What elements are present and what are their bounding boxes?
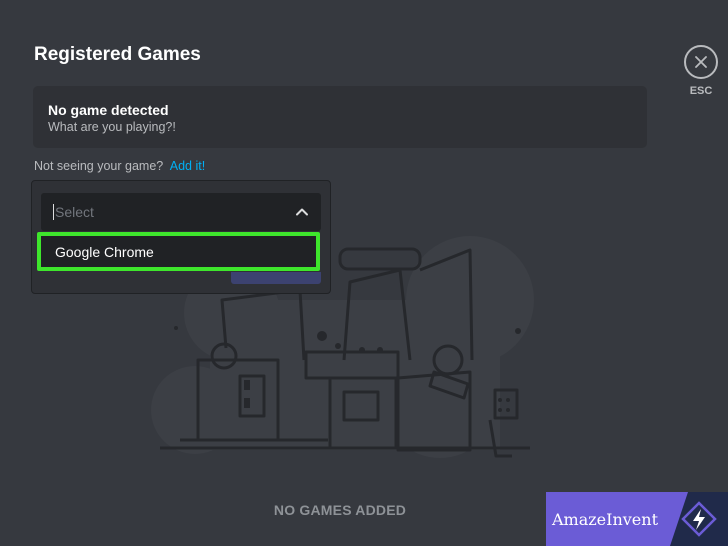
text-cursor (53, 204, 54, 220)
empty-state-label: NO GAMES ADDED (273, 502, 407, 518)
game-select[interactable]: Select (41, 193, 321, 231)
close-icon (695, 56, 707, 68)
watermark-text: AmazeInvent (546, 492, 688, 546)
detected-game-panel: No game detected What are you playing?! (33, 86, 647, 148)
detected-title: No game detected (48, 102, 169, 118)
add-game-prompt-text: Not seeing your game? (34, 159, 164, 173)
chevron-up-icon[interactable] (295, 205, 309, 219)
close-button[interactable] (684, 45, 718, 79)
add-game-popout: Select Google Chrome (31, 180, 331, 294)
select-placeholder: Select (55, 204, 94, 220)
add-game-button[interactable] (231, 272, 321, 284)
add-game-prompt: Not seeing your game? Add it! (34, 159, 205, 173)
registered-games-page: Registered Games ESC No game detected Wh… (0, 0, 728, 546)
esc-label: ESC (689, 85, 713, 97)
dropdown-option-google-chrome[interactable]: Google Chrome (37, 232, 320, 271)
page-title: Registered Games (34, 44, 201, 65)
close-control[interactable]: ESC (684, 45, 718, 97)
add-game-link[interactable]: Add it! (170, 159, 205, 173)
detected-subtitle: What are you playing?! (48, 120, 176, 134)
watermark-logo: AmazeInvent (546, 492, 728, 546)
